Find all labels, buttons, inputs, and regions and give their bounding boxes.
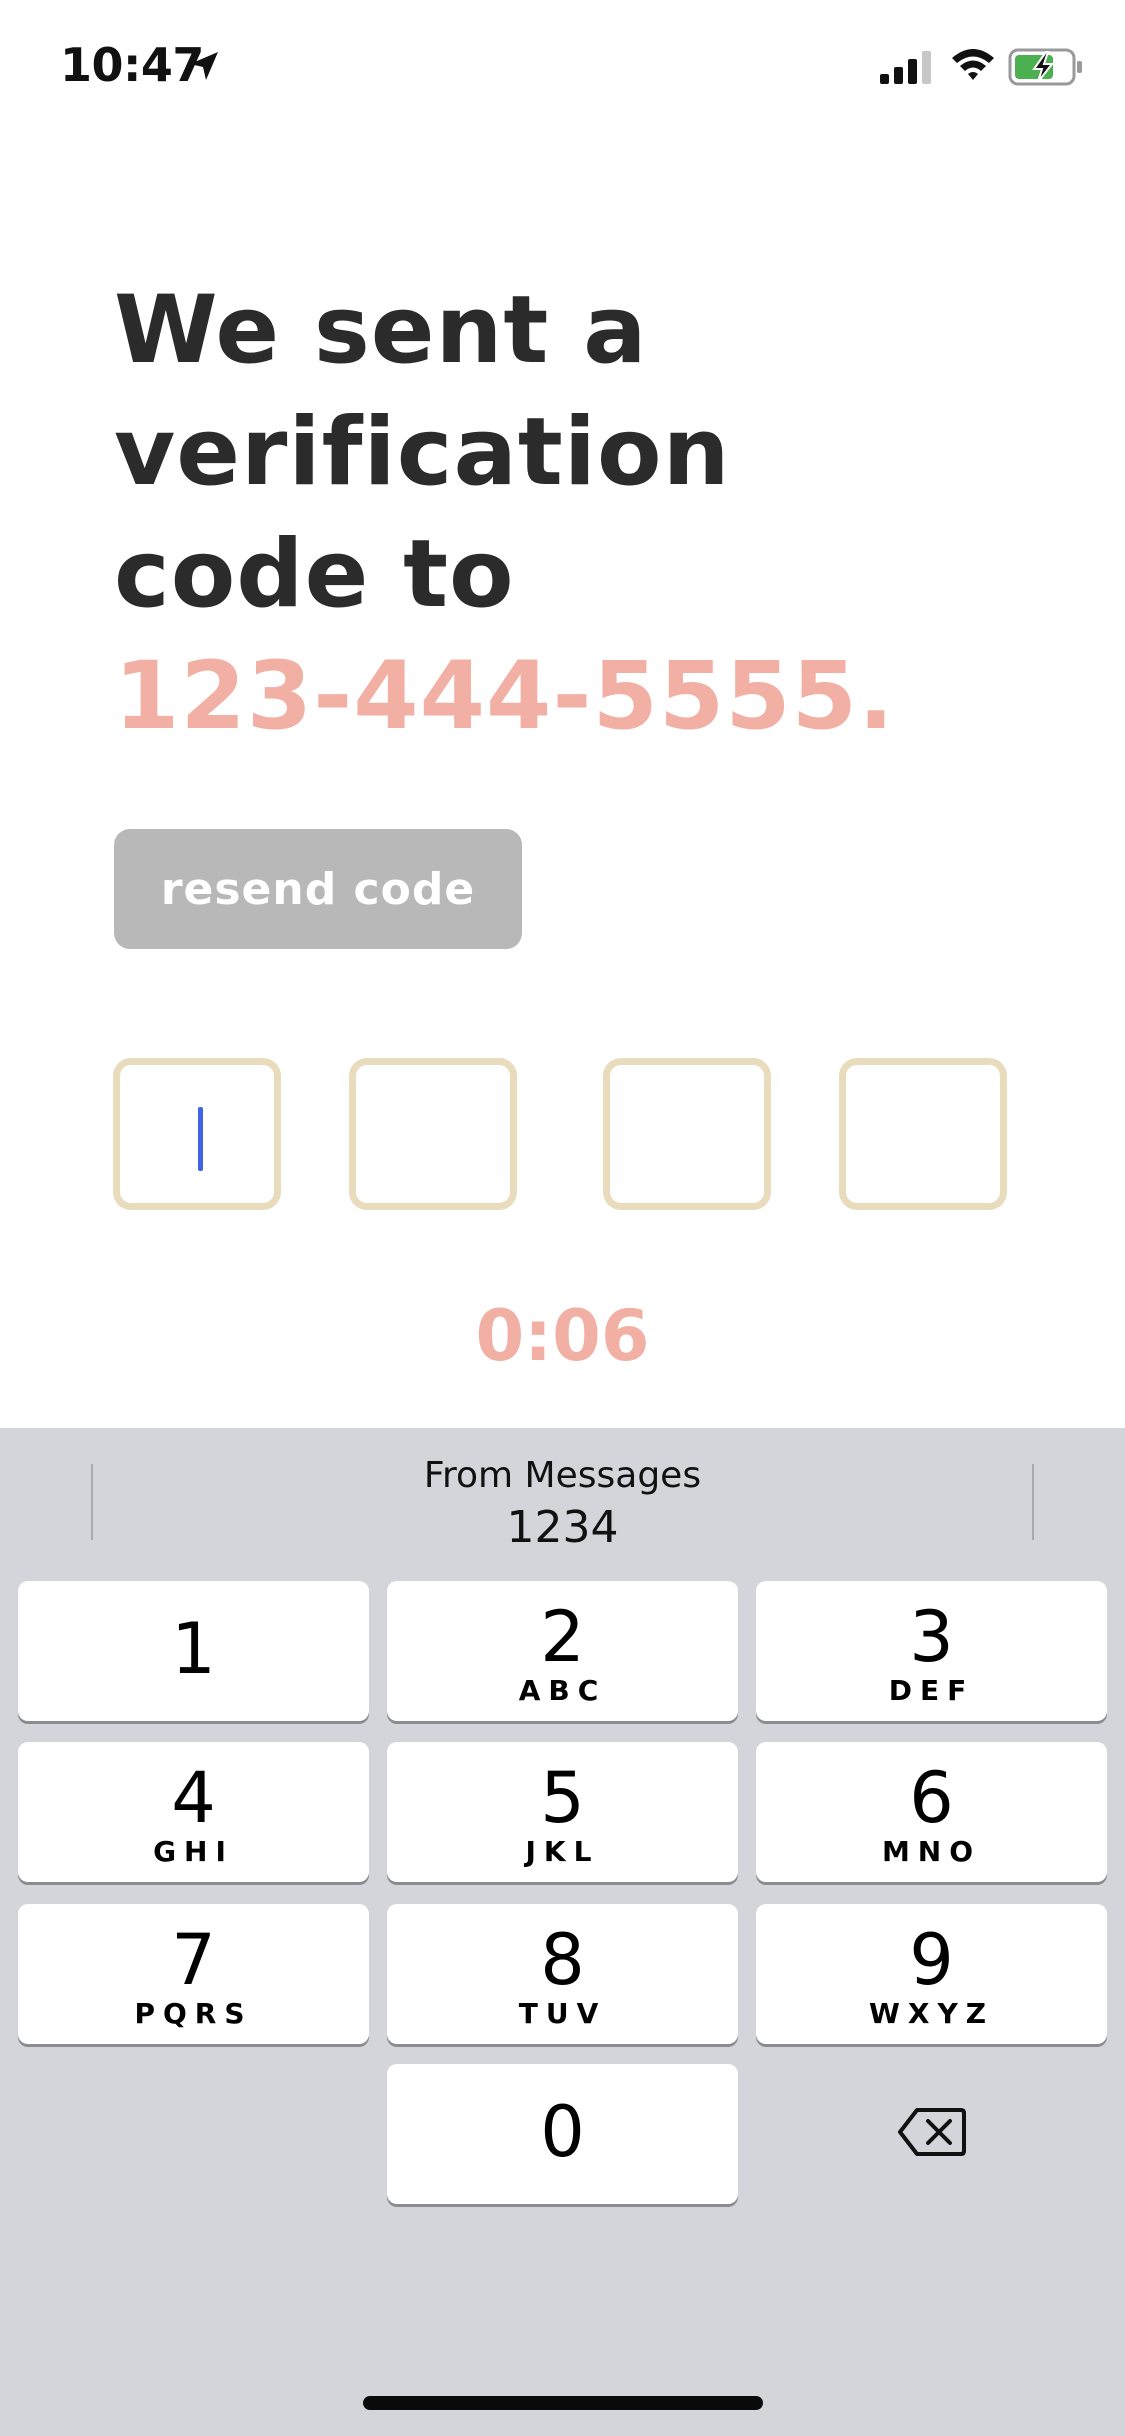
delete-key[interactable] [756,2064,1107,2204]
text-cursor [198,1107,203,1171]
key-1[interactable]: 1 [18,1581,369,1721]
key-letters: GHI [153,1835,234,1868]
suggestion-source: From Messages [423,1455,702,1496]
key-number: 9 [909,1919,954,2001]
headline-line: code to [114,520,515,629]
key-letters: JKL [525,1835,600,1868]
key-7[interactable]: 7 PQRS [18,1904,369,2044]
resend-code-button[interactable]: resend code [114,829,522,949]
key-letters: ABC [518,1674,607,1707]
cellular-signal-icon [880,50,936,88]
quicktype-bar: From Messages 1234 [0,1428,1125,1578]
key-3[interactable]: 3 DEF [756,1581,1107,1721]
code-digit-input-1[interactable] [113,1058,281,1210]
location-arrow-icon [188,50,220,86]
status-bar: 10:47 [0,0,1125,140]
divider [1032,1464,1034,1540]
key-letters: PQRS [134,1997,253,2030]
key-number: 3 [909,1596,954,1678]
key-letters: DEF [888,1674,975,1707]
key-8[interactable]: 8 TUV [387,1904,738,2044]
key-number: 6 [909,1757,954,1839]
key-9[interactable]: 9 WXYZ [756,1904,1107,2044]
code-digit-input-2[interactable] [349,1058,517,1210]
key-letters: WXYZ [868,1997,995,2030]
key-letters: MNO [881,1835,982,1868]
key-number: 5 [540,1757,585,1839]
headline: We sent a verification code to 123-444-5… [114,270,1014,758]
key-4[interactable]: 4 GHI [18,1742,369,1882]
headline-line: verification [114,398,731,507]
key-number: 8 [540,1919,585,2001]
key-number: 7 [171,1919,216,2001]
battery-charging-icon [1008,48,1084,90]
key-5[interactable]: 5 JKL [387,1742,738,1882]
key-letters: TUV [518,1997,607,2030]
key-6[interactable]: 6 MNO [756,1742,1107,1882]
code-digit-input-4[interactable] [839,1058,1007,1210]
verification-screen: 10:47 We sent a verification code to 123… [0,0,1125,2436]
key-number: 1 [171,1608,216,1690]
suggestion-code: 1234 [506,1502,619,1553]
autofill-code-suggestion[interactable]: From Messages 1234 [93,1452,1032,1556]
status-time: 10:47 [60,38,204,92]
home-indicator[interactable] [363,2396,763,2410]
key-0[interactable]: 0 [387,2064,738,2204]
numeric-keypad: From Messages 1234 1 2 ABC 3 DEF 4 GHI 5… [0,1428,1125,2436]
phone-number: 123-444-5555. [114,642,895,751]
countdown-timer: 0:06 [475,1295,650,1377]
headline-line: We sent a [114,276,648,385]
key-2[interactable]: 2 ABC [387,1581,738,1721]
backspace-icon [897,2107,967,2161]
key-number: 2 [540,1596,585,1678]
wifi-icon [950,46,996,86]
code-digit-input-3[interactable] [603,1058,771,1210]
key-number: 4 [171,1757,216,1839]
key-number: 0 [540,2091,585,2173]
